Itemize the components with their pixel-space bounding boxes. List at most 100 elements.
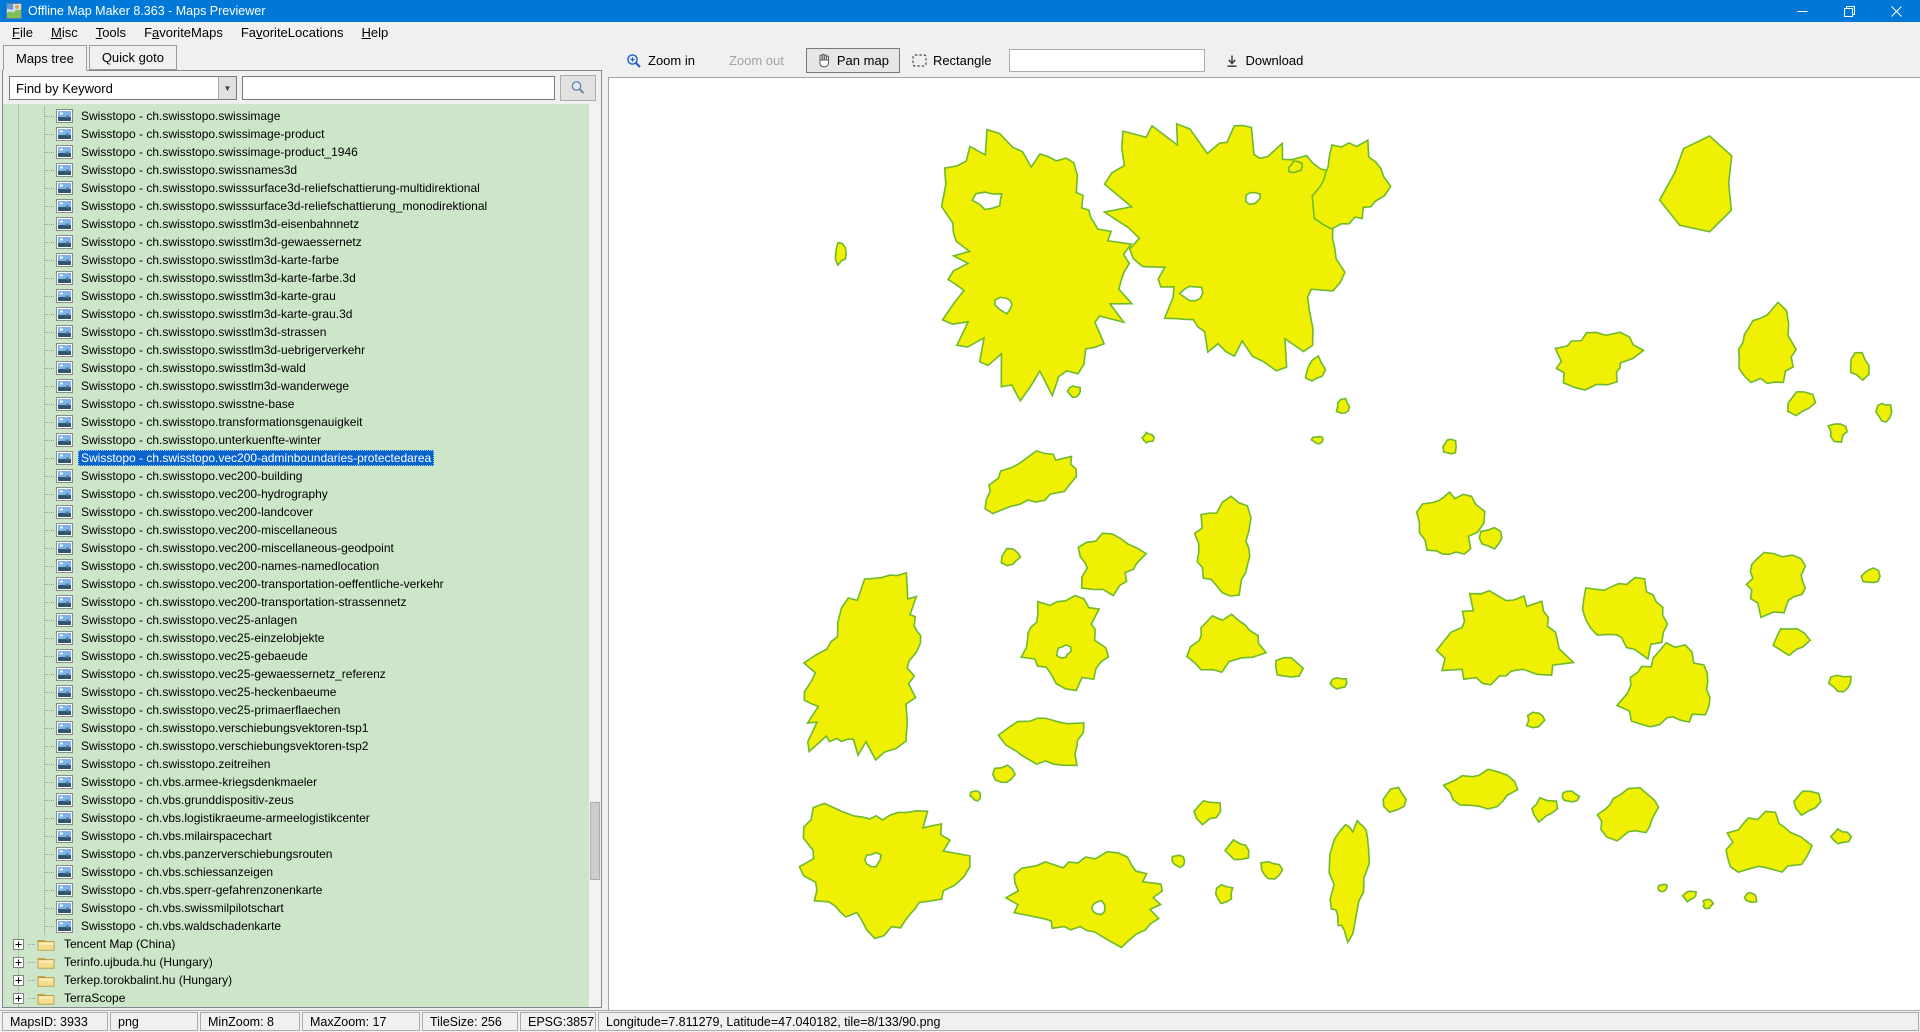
tree-item[interactable]: Swisstopo - ch.swisstopo.swisstlm3d-wald xyxy=(3,359,588,377)
tree-item[interactable]: Swisstopo - ch.swisstopo.swisstlm3d-uebr… xyxy=(3,341,588,359)
tree-item[interactable]: Swisstopo - ch.swisstopo.zeitreihen xyxy=(3,755,588,773)
tree-item-label[interactable]: Swisstopo - ch.swisstopo.swissnames3d xyxy=(78,162,300,178)
menu-item-tools[interactable]: Tools xyxy=(87,22,135,44)
tree-item-label[interactable]: Swisstopo - ch.swisstopo.vec200-miscella… xyxy=(78,522,340,538)
tree-item[interactable]: Swisstopo - ch.vbs.grunddispositiv-zeus xyxy=(3,791,588,809)
tree-item-label[interactable]: Swisstopo - ch.vbs.swissmilpilotschart xyxy=(78,900,287,916)
tree-item[interactable]: Swisstopo - ch.swisstopo.swisstlm3d-stra… xyxy=(3,323,588,341)
tree-item-label[interactable]: Swisstopo - ch.swisstopo.swisstlm3d-uebr… xyxy=(78,342,368,358)
tab-quick-goto[interactable]: Quick goto xyxy=(89,45,177,70)
tree-item[interactable]: Swisstopo - ch.swisstopo.vec25-gewaesser… xyxy=(3,665,588,683)
tree-item[interactable]: Swisstopo - ch.swisstopo.vec200-landcove… xyxy=(3,503,588,521)
menu-item-help[interactable]: Help xyxy=(352,22,397,44)
tree-item[interactable]: Swisstopo - ch.vbs.armee-kriegsdenkmaele… xyxy=(3,773,588,791)
tree-item-label[interactable]: Swisstopo - ch.swisstopo.vec200-landcove… xyxy=(78,504,316,520)
tree-item-label[interactable]: Swisstopo - ch.swisstopo.vec200-building xyxy=(78,468,305,484)
tree-item[interactable]: Swisstopo - ch.swisstopo.verschiebungsve… xyxy=(3,719,588,737)
tree-item[interactable]: Swisstopo - ch.swisstopo.swisstlm3d-kart… xyxy=(3,287,588,305)
minimize-button[interactable] xyxy=(1779,0,1826,22)
tree-scrollbar[interactable] xyxy=(588,104,601,1007)
download-button[interactable]: Download xyxy=(1217,48,1311,73)
expand-plus-icon[interactable] xyxy=(13,975,24,986)
tree-item-label[interactable]: Swisstopo - ch.swisstopo.swisssurface3d-… xyxy=(78,198,490,214)
tree-item-label[interactable]: Swisstopo - ch.swisstopo.swisstlm3d-wand… xyxy=(78,378,352,394)
expand-plus-icon[interactable] xyxy=(13,939,24,950)
tree-item-label[interactable]: Swisstopo - ch.swisstopo.vec200-hydrogra… xyxy=(78,486,331,502)
tree-item[interactable]: Swisstopo - ch.swisstopo.vec25-einzelobj… xyxy=(3,629,588,647)
tree-folder-label[interactable]: Terkep.torokbalint.hu (Hungary) xyxy=(61,972,235,988)
tree-item-label[interactable]: Swisstopo - ch.swisstopo.swisstlm3d-eise… xyxy=(78,216,362,232)
tree-item[interactable]: Swisstopo - ch.swisstopo.swissnames3d xyxy=(3,161,588,179)
tree-folder[interactable]: Terkep.torokbalint.hu (Hungary) xyxy=(3,971,588,989)
map-canvas[interactable] xyxy=(609,78,1920,1010)
tree-folder[interactable]: Tencent Map (China) xyxy=(3,935,588,953)
tree-item-label[interactable]: Swisstopo - ch.swisstopo.vec25-gebaeude xyxy=(78,648,311,664)
pan-map-button[interactable]: Pan map xyxy=(806,48,900,73)
tree-item[interactable]: Swisstopo - ch.swisstopo.vec200-building xyxy=(3,467,588,485)
tree-item[interactable]: Swisstopo - ch.swisstopo.transformations… xyxy=(3,413,588,431)
tree-item-label[interactable]: Swisstopo - ch.swisstopo.swissimage-prod… xyxy=(78,144,361,160)
tree-item-label[interactable]: Swisstopo - ch.vbs.schiessanzeigen xyxy=(78,864,276,880)
tree-item-label[interactable]: Swisstopo - ch.vbs.milairspacechart xyxy=(78,828,275,844)
close-button[interactable] xyxy=(1873,0,1920,22)
tree-item-label[interactable]: Swisstopo - ch.vbs.sperr-gefahrenzonenka… xyxy=(78,882,325,898)
tree-item[interactable]: Swisstopo - ch.swisstopo.vec200-transpor… xyxy=(3,593,588,611)
tab-maps-tree[interactable]: Maps tree xyxy=(3,45,87,71)
tree-item-label[interactable]: Swisstopo - ch.vbs.waldschadenkarte xyxy=(78,918,284,934)
tree-item[interactable]: Swisstopo - ch.swisstopo.vec25-heckenbae… xyxy=(3,683,588,701)
tree-item-label[interactable]: Swisstopo - ch.swisstopo.swisstne-base xyxy=(78,396,297,412)
tree-item[interactable]: Swisstopo - ch.vbs.swissmilpilotschart xyxy=(3,899,588,917)
tree-item[interactable]: Swisstopo - ch.swisstopo.swisstlm3d-kart… xyxy=(3,269,588,287)
tree-item-label[interactable]: Swisstopo - ch.swisstopo.verschiebungsve… xyxy=(78,720,371,736)
tree-item[interactable]: Swisstopo - ch.swisstopo.swisssurface3d-… xyxy=(3,179,588,197)
tree-item-label[interactable]: Swisstopo - ch.swisstopo.swisstlm3d-kart… xyxy=(78,252,342,268)
tree-item[interactable]: Swisstopo - ch.swisstopo.swisstlm3d-gewa… xyxy=(3,233,588,251)
tree-item[interactable]: Swisstopo - ch.vbs.schiessanzeigen xyxy=(3,863,588,881)
tree-folder[interactable]: Terinfo.ujbuda.hu (Hungary) xyxy=(3,953,588,971)
tree-item[interactable]: Swisstopo - ch.swisstopo.verschiebungsve… xyxy=(3,737,588,755)
tree-item-label[interactable]: Swisstopo - ch.swisstopo.vec25-gewaesser… xyxy=(78,666,389,682)
tree-item[interactable]: Swisstopo - ch.swisstopo.vec200-miscella… xyxy=(3,539,588,557)
tree-item-label[interactable]: Swisstopo - ch.swisstopo.swisstlm3d-kart… xyxy=(78,306,355,322)
tree-item-label[interactable]: Swisstopo - ch.swisstopo.verschiebungsve… xyxy=(78,738,371,754)
tree-item-label[interactable]: Swisstopo - ch.swisstopo.swissimage xyxy=(78,108,283,124)
tree-item-label[interactable]: Swisstopo - ch.swisstopo.swisssurface3d-… xyxy=(78,180,483,196)
restore-button[interactable] xyxy=(1826,0,1873,22)
expand-plus-icon[interactable] xyxy=(13,957,24,968)
tree-item-label[interactable]: Swisstopo - ch.swisstopo.swisstlm3d-stra… xyxy=(78,324,329,340)
tree-item[interactable]: Swisstopo - ch.swisstopo.swisstlm3d-kart… xyxy=(3,305,588,323)
tree-item-label[interactable]: Swisstopo - ch.swisstopo.unterkuenfte-wi… xyxy=(78,432,324,448)
tree-item-label[interactable]: Swisstopo - ch.swisstopo.vec25-primaerfl… xyxy=(78,702,343,718)
tree-item[interactable]: Swisstopo - ch.swisstopo.swissimage-prod… xyxy=(3,125,588,143)
tree-folder-label[interactable]: Terinfo.ujbuda.hu (Hungary) xyxy=(61,954,216,970)
tree-item-label[interactable]: Swisstopo - ch.vbs.panzerverschiebungsro… xyxy=(78,846,335,862)
menu-item-file[interactable]: File xyxy=(3,22,42,44)
tree-folder[interactable]: TerraScope xyxy=(3,989,588,1007)
tree-item[interactable]: Swisstopo - ch.swisstopo.vec25-primaerfl… xyxy=(3,701,588,719)
tree-item[interactable]: Swisstopo - ch.swisstopo.vec25-gebaeude xyxy=(3,647,588,665)
tree-item[interactable]: Swisstopo - ch.vbs.sperr-gefahrenzonenka… xyxy=(3,881,588,899)
tree-item-label[interactable]: Swisstopo - ch.swisstopo.swisstlm3d-wald xyxy=(78,360,309,376)
tree-item[interactable]: Swisstopo - ch.vbs.logistikraeume-armeel… xyxy=(3,809,588,827)
tree-item[interactable]: Swisstopo - ch.swisstopo.vec25-anlagen xyxy=(3,611,588,629)
tree-item-label[interactable]: Swisstopo - ch.swisstopo.vec200-miscella… xyxy=(78,540,397,556)
menu-item-misc[interactable]: Misc xyxy=(42,22,87,44)
tree-folder-label[interactable]: Tencent Map (China) xyxy=(61,936,178,952)
tree-item-label[interactable]: Swisstopo - ch.swisstopo.swisstlm3d-kart… xyxy=(78,270,359,286)
tree-item[interactable]: Swisstopo - ch.swisstopo.swissimage-prod… xyxy=(3,143,588,161)
tree-item-label[interactable]: Swisstopo - ch.vbs.logistikraeume-armeel… xyxy=(78,810,373,826)
tree-item-label[interactable]: Swisstopo - ch.swisstopo.vec200-transpor… xyxy=(78,594,409,610)
menu-item-favoritelocations[interactable]: FavoriteLocations xyxy=(232,22,353,44)
tree-item[interactable]: Swisstopo - ch.swisstopo.unterkuenfte-wi… xyxy=(3,431,588,449)
tree-item[interactable]: Swisstopo - ch.swisstopo.vec200-hydrogra… xyxy=(3,485,588,503)
menu-item-favoritemaps[interactable]: FavoriteMaps xyxy=(135,22,232,44)
tree-item[interactable]: Swisstopo - ch.swisstopo.vec200-adminbou… xyxy=(3,449,588,467)
tree-item[interactable]: Swisstopo - ch.swisstopo.swisstlm3d-wand… xyxy=(3,377,588,395)
rectangle-button[interactable]: Rectangle xyxy=(904,48,1000,73)
toolbar-input[interactable] xyxy=(1009,49,1205,72)
search-button[interactable] xyxy=(560,75,596,101)
expand-plus-icon[interactable] xyxy=(13,993,24,1004)
zoom-in-button[interactable]: Zoom in xyxy=(618,48,703,74)
tree-item-label[interactable]: Swisstopo - ch.vbs.armee-kriegsdenkmaele… xyxy=(78,774,320,790)
tree-item[interactable]: Swisstopo - ch.swisstopo.swissimage xyxy=(3,107,588,125)
